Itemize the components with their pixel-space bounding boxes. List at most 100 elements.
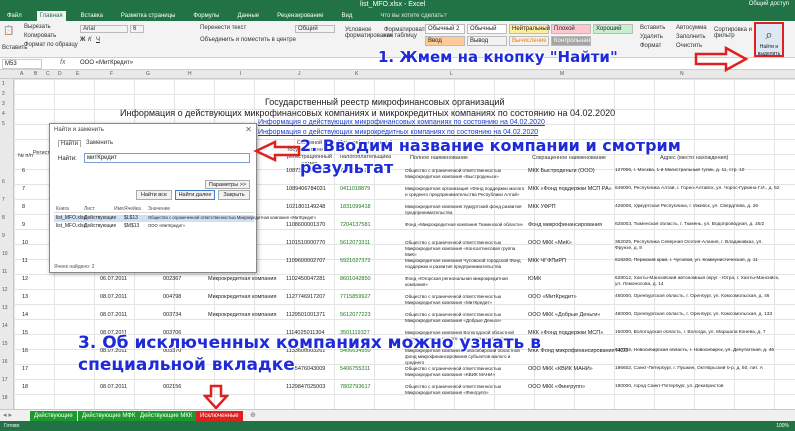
delete-cells-button[interactable]: Удалить bbox=[640, 34, 663, 40]
cell-kind[interactable]: Микрокредитная компания bbox=[208, 312, 276, 318]
cell-num[interactable]: 18 bbox=[22, 384, 28, 390]
tab-insert[interactable]: Вставка bbox=[78, 11, 106, 21]
autosum-button[interactable]: Автосумма bbox=[676, 25, 707, 31]
format-as-table-button[interactable]: Форматировать как таблицу bbox=[384, 27, 428, 39]
cell-address[interactable]: 630102, Новосибирская область, г. Новоси… bbox=[615, 348, 780, 365]
col-book[interactable]: Книга bbox=[56, 206, 69, 212]
column-header[interactable]: G bbox=[146, 71, 150, 77]
row-header[interactable]: 13 bbox=[2, 305, 8, 311]
style-input[interactable]: Ввод bbox=[425, 36, 465, 46]
cell-num[interactable]: 8 bbox=[22, 204, 25, 210]
cell-num[interactable]: 9 bbox=[22, 222, 25, 228]
cell-inn[interactable]: 7715859927 bbox=[340, 294, 371, 300]
find-next-button[interactable]: Найти далее bbox=[175, 190, 215, 200]
row-header[interactable]: 5 bbox=[2, 121, 5, 127]
cell-num[interactable]: 6 bbox=[22, 168, 25, 174]
column-header[interactable]: F bbox=[110, 71, 113, 77]
cell-address[interactable]: 628012, Ханты-Мансийский автономный окру… bbox=[615, 276, 780, 293]
tab-nav-icon[interactable]: ◂ ▸ bbox=[3, 411, 12, 419]
cell-kind[interactable]: Микрокредитная компания bbox=[208, 294, 276, 300]
cell-address[interactable]: 618200, Пермский край, г. Чусовой, ул. К… bbox=[615, 258, 780, 275]
wrap-text-button[interactable]: Перенести текст bbox=[200, 25, 246, 31]
cell-address[interactable]: 190000, город Санкт-Петербург, ул. Декаб… bbox=[615, 384, 780, 401]
column-header[interactable]: M bbox=[560, 71, 564, 77]
tab-find[interactable]: Найти bbox=[58, 140, 82, 147]
cell-ogrn[interactable]: 1127746917207 bbox=[286, 294, 325, 300]
link-mfk[interactable]: Информация о действующих микрофинансовых… bbox=[258, 119, 545, 126]
column-header[interactable]: N bbox=[680, 71, 684, 77]
style-normal2[interactable]: Обычный 2 bbox=[425, 24, 465, 34]
col-name[interactable]: Имя bbox=[114, 206, 124, 212]
cell-full-name[interactable]: Фонд «Микрокредитная компания Тюменской … bbox=[405, 222, 525, 239]
cell-address[interactable]: 460000, Оренбургская область, г. Оренбур… bbox=[615, 312, 780, 329]
cell-num[interactable]: 11 bbox=[22, 258, 28, 264]
column-header[interactable]: I bbox=[240, 71, 241, 77]
cell-address[interactable]: 460000, Оренбургская область, г. Оренбур… bbox=[615, 294, 780, 311]
cell-full-name[interactable]: Микрокредитная компания Чусовской городс… bbox=[405, 258, 525, 275]
cell-short-name[interactable]: МКК ЧГФПиРП bbox=[528, 258, 566, 264]
row-header[interactable]: 9 bbox=[2, 233, 5, 239]
sheet-tab-excluded[interactable]: Исключенные bbox=[196, 411, 243, 421]
cell-short-name[interactable]: ООО МКК «МиК» bbox=[528, 240, 572, 246]
cell-num[interactable]: 16 bbox=[22, 348, 28, 354]
row-header[interactable]: 8 bbox=[2, 215, 5, 221]
row-header[interactable]: 2 bbox=[2, 91, 5, 97]
row-header[interactable]: 17 bbox=[2, 377, 8, 383]
cell-num[interactable]: 12 bbox=[22, 276, 28, 282]
row-header[interactable]: 15 bbox=[2, 341, 8, 347]
style-output[interactable]: Вывод bbox=[467, 36, 507, 46]
cell-ogrn[interactable]: 1101510000770 bbox=[286, 240, 325, 246]
font-select[interactable]: Arial bbox=[80, 25, 128, 33]
cell-num[interactable]: 13 bbox=[22, 294, 28, 300]
cell-address[interactable]: 649000, Республика Алтай, г. Горно-Алтай… bbox=[615, 186, 780, 203]
insert-cells-button[interactable]: Вставить bbox=[640, 25, 665, 31]
style-check[interactable]: Контрольная bbox=[551, 36, 591, 46]
cell-full-name[interactable]: Микрокредитная компания Удмуртский фонд … bbox=[405, 204, 525, 221]
cell-num[interactable]: 15 bbox=[22, 330, 28, 336]
zoom-level[interactable]: 100% bbox=[776, 423, 789, 429]
cell-full-name[interactable]: Общество с ограниченной ответственностью… bbox=[405, 312, 525, 329]
tab-file[interactable]: Файл bbox=[4, 11, 25, 21]
cell-code[interactable]: 004798 bbox=[163, 294, 181, 300]
format-cells-button[interactable]: Формат bbox=[640, 43, 661, 49]
sheet-tab-active[interactable]: Действующие bbox=[30, 411, 77, 421]
cell-full-name[interactable]: Микрокредитная организация «Фонд поддерж… bbox=[405, 186, 525, 203]
sort-filter-button[interactable]: Сортировка и фильтр bbox=[714, 27, 752, 39]
number-format-select[interactable]: Общий bbox=[295, 25, 335, 33]
sheet-tab-mkk[interactable]: Действующие МКК bbox=[136, 411, 197, 421]
column-header[interactable]: A bbox=[20, 71, 23, 77]
cell-code[interactable]: 002367 bbox=[163, 276, 181, 282]
cell-date[interactable]: 08.07.2011 bbox=[100, 312, 127, 318]
formula-input[interactable]: ООО «МитКредит» bbox=[80, 60, 133, 66]
tell-me-search[interactable]: Что вы хотите сделать? bbox=[377, 11, 449, 21]
format-painter-button[interactable]: Формат по образцу bbox=[24, 42, 78, 48]
row-header[interactable]: 7 bbox=[2, 197, 5, 203]
column-header[interactable]: D bbox=[58, 71, 62, 77]
options-button[interactable]: Параметры >> bbox=[205, 180, 250, 189]
cell-short-name[interactable]: МКК УФРП bbox=[528, 204, 556, 210]
col-cell[interactable]: Ячейка bbox=[124, 206, 141, 212]
font-size-select[interactable]: 6 bbox=[130, 25, 144, 33]
find-select-button[interactable]: ⌕ Найти и выделить bbox=[754, 22, 784, 57]
column-header[interactable]: B bbox=[34, 71, 37, 77]
tab-data[interactable]: Данные bbox=[234, 11, 262, 21]
cell-ogrn[interactable]: 1108600001370 bbox=[286, 222, 325, 228]
row-header[interactable]: 10 bbox=[2, 251, 8, 257]
result-row[interactable]: list_MFO.xlsx Действующие $L$13 Общество… bbox=[54, 215, 316, 222]
cell-inn[interactable]: 5612073311 bbox=[340, 240, 370, 246]
tab-home[interactable]: Главная bbox=[36, 11, 66, 21]
tab-replace[interactable]: Заменить bbox=[84, 140, 115, 146]
cell-inn[interactable]: 7802793617 bbox=[340, 384, 371, 390]
cell-ogrn[interactable]: 1109600002707 bbox=[286, 258, 325, 264]
share-label[interactable]: Общий доступ bbox=[749, 1, 789, 7]
column-header[interactable]: C bbox=[46, 71, 50, 77]
cell-address[interactable]: 362025, Республика Северная Осетия-Алани… bbox=[615, 240, 780, 257]
merge-button[interactable]: Объединить и поместить в центре bbox=[200, 37, 296, 43]
row-header[interactable]: 4 bbox=[2, 111, 5, 117]
result-row[interactable]: list_MFO.xlsx Действующие $M$13 ООО «Мит… bbox=[54, 223, 254, 230]
row-header[interactable]: 18 bbox=[2, 395, 8, 401]
cell-num[interactable]: 17 bbox=[22, 366, 28, 372]
row-header[interactable]: 14 bbox=[2, 323, 8, 329]
style-good[interactable]: Хороший bbox=[593, 24, 633, 34]
cell-short-name[interactable]: ООО МКК «Фингрупп» bbox=[528, 384, 585, 390]
